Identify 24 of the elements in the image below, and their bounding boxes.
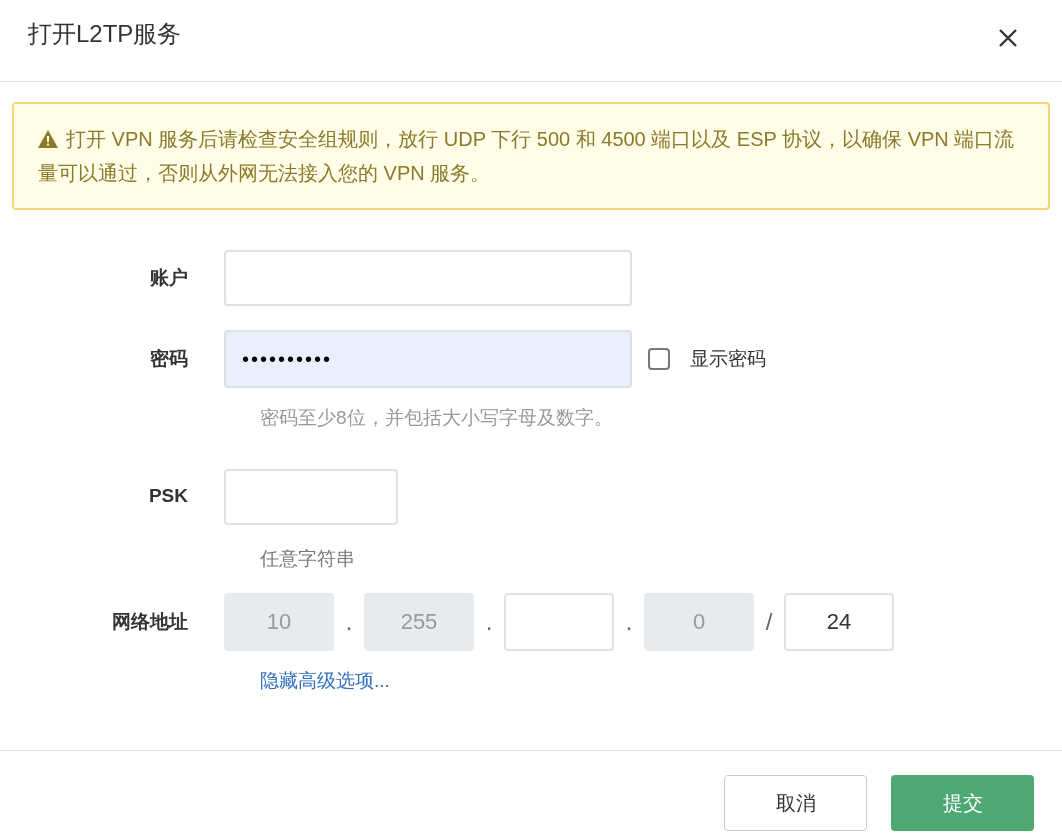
warning-text: 打开 VPN 服务后请检查安全组规则，放行 UDP 下行 500 和 4500 端口以及 ESP 协议，以确保 VPN 端口流量可以通过，否则从外网无法接入您的 VPN 服务。	[38, 127, 1016, 186]
psk-input[interactable]	[224, 468, 398, 525]
toggle-link[interactable]: 隐藏高级选项...	[260, 667, 390, 696]
separator-text: .	[624, 607, 634, 637]
checkbox[interactable]	[648, 348, 670, 370]
separator-text: /	[764, 607, 774, 637]
field-label: 密码	[149, 346, 189, 371]
cancel-button[interactable]: 取消	[724, 775, 867, 831]
separator-text: .	[484, 607, 494, 637]
close-icon[interactable]	[998, 28, 1018, 48]
warning-icon	[38, 129, 58, 148]
checkbox-label: 显示密码	[690, 346, 766, 371]
hint-text: 任意字符串	[260, 546, 356, 571]
field-label: PSK	[147, 484, 189, 509]
account-input[interactable]	[224, 250, 632, 306]
field-label: 账户	[149, 265, 189, 290]
address-input[interactable]	[504, 593, 614, 651]
password-input[interactable]: ••••••••••	[224, 330, 632, 388]
submit-button[interactable]: 提交	[891, 775, 1034, 831]
hint-text: 密码至少8位，并包括大小写字母及数字。	[260, 406, 614, 430]
address-input[interactable]: 24	[784, 593, 894, 651]
separator-text: .	[344, 607, 354, 637]
dialog-title: 打开L2TP服务	[28, 19, 182, 49]
field-label: 网络地址	[111, 609, 189, 634]
